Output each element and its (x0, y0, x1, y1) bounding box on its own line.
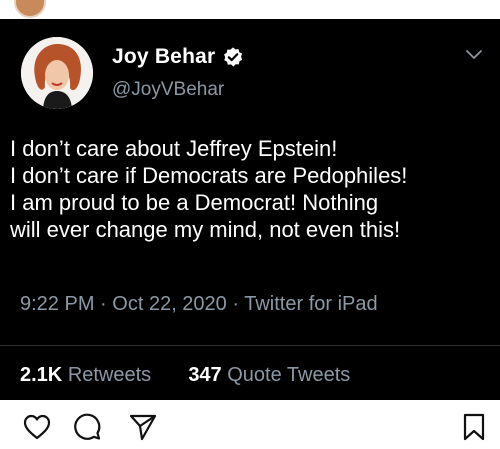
retweets-label: Retweets (67, 364, 152, 386)
quote-tweets-stat[interactable]: 347 Quote Tweets (188, 364, 350, 386)
instagram-post-header-strip (0, 0, 500, 19)
tweet-text: I don’t care about Jeffrey Epstein! I do… (10, 135, 498, 243)
paper-plane-icon[interactable] (128, 412, 158, 442)
profile-avatar[interactable] (21, 37, 93, 109)
tweet-text-line: I don’t care about Jeffrey Epstein! (10, 136, 338, 161)
retweets-stat[interactable]: 2.1K Retweets (20, 364, 157, 386)
display-name[interactable]: Joy Behar (112, 45, 215, 69)
name-row: Joy Behar (112, 45, 244, 69)
retweets-count: 2.1K (20, 364, 63, 386)
instagram-action-bar (0, 400, 500, 449)
heart-icon[interactable] (22, 412, 52, 442)
tweet-date[interactable]: Oct 22, 2020 (112, 293, 227, 315)
meta-separator: · (100, 293, 107, 315)
tweet-text-line: I am proud to be a Democrat! Nothing (10, 190, 379, 215)
chevron-down-icon[interactable] (465, 49, 483, 61)
tweet-text-line: will ever change my mind, not even this! (10, 217, 401, 242)
quote-tweets-count: 347 (188, 364, 222, 386)
tweet-screenshot: Joy Behar @JoyVBehar I don’t care about … (0, 19, 500, 400)
poster-avatar[interactable] (14, 0, 46, 18)
divider (0, 345, 500, 346)
tweet-time[interactable]: 9:22 PM (20, 293, 94, 315)
tweet-source[interactable]: Twitter for iPad (244, 293, 377, 315)
tweet-text-line: I don’t care if Democrats are Pedophiles… (10, 163, 408, 188)
verified-badge-icon (224, 47, 243, 67)
comment-icon[interactable] (72, 412, 102, 442)
quote-tweets-label: Quote Tweets (227, 364, 351, 386)
bookmark-icon[interactable] (459, 412, 489, 442)
user-handle[interactable]: @JoyVBehar (112, 79, 224, 101)
tweet-metadata: 9:22 PM · Oct 22, 2020 · Twitter for iPa… (20, 293, 378, 316)
meta-separator: · (232, 293, 240, 315)
tweet-stats: 2.1K Retweets 347 Quote Tweets (20, 364, 350, 387)
